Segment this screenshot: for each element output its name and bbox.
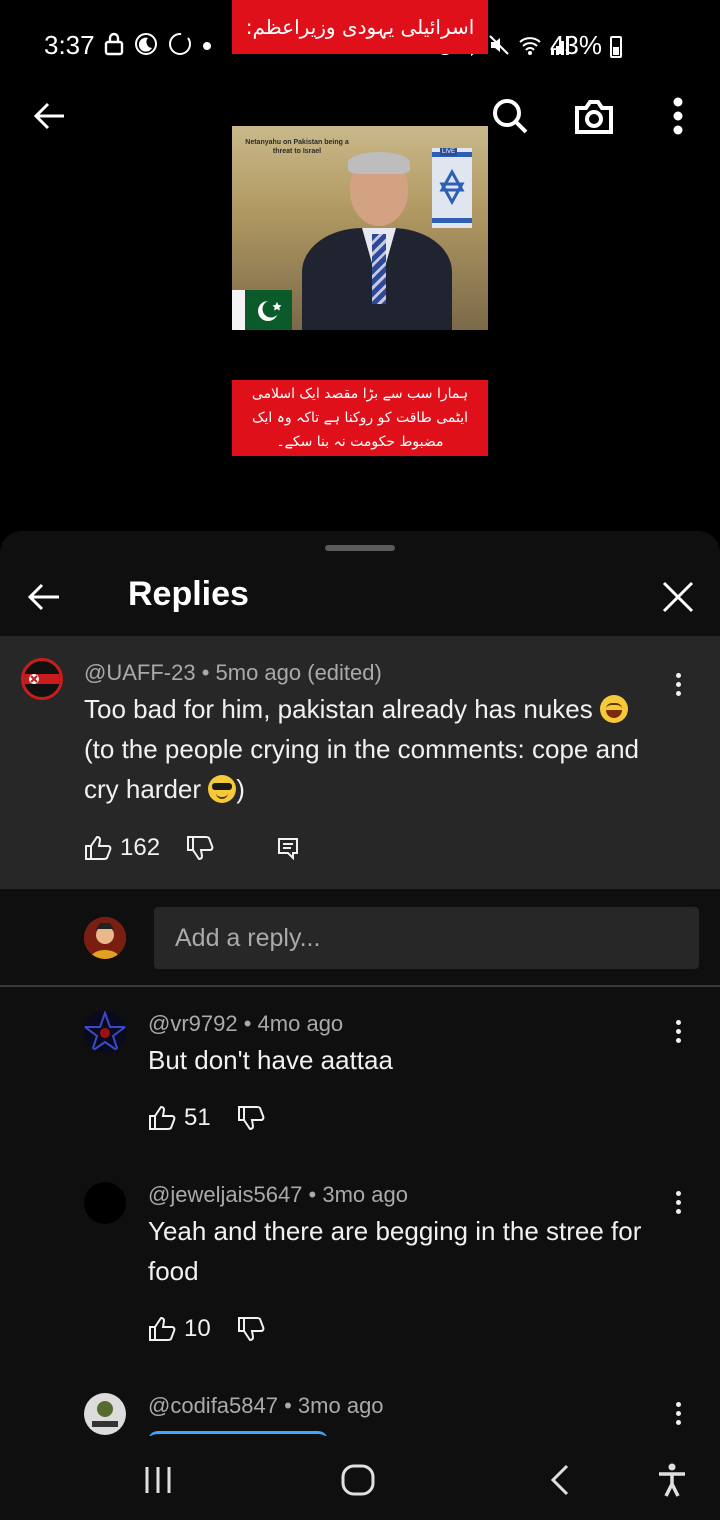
comment-time: 3mo ago (322, 1182, 408, 1207)
reply-input[interactable] (154, 907, 699, 969)
sunglasses-emoji-icon (208, 775, 237, 803)
reply-item: @codifa5847 • 3mo ago (0, 1373, 720, 1440)
urdu-caption-line: ہمارا سب سے بڑا مقصد ایک اسلامی (251, 386, 469, 402)
close-icon (662, 581, 694, 613)
video-urdu-caption: ہمارا سب سے بڑا مقصد ایک اسلامی ایٹمی طا… (232, 380, 488, 456)
system-back-button[interactable] (536, 1456, 584, 1504)
battery-percent: 43% (549, 30, 602, 60)
close-button[interactable] (654, 573, 702, 621)
comment-time: 3mo ago (297, 1393, 384, 1418)
comment-meta: @UAFF-23 • 5mo ago (edited) (84, 660, 382, 685)
comment-author[interactable]: @codifa5847 (148, 1393, 278, 1418)
replies-back-button[interactable] (20, 573, 68, 621)
comment-menu-button[interactable] (666, 1011, 690, 1051)
more-vertical-icon (673, 97, 683, 135)
replies-header: Replies (0, 561, 720, 635)
wifi-icon (519, 37, 541, 55)
replies-panel: Replies @UAFF-23 • 5mo ago (edited) Too … (0, 531, 720, 1440)
comment-author[interactable]: @UAFF-23 (84, 660, 196, 685)
urdu-caption-line: مضبوط حکومت نہ بنا سکے۔ (276, 434, 444, 450)
reply-item: @vr9792 • 4mo ago But don't have aattaa … (0, 991, 720, 1161)
comment-text-line: (to the people crying in the comments: c… (84, 734, 639, 764)
video-top-banner: اسرائیلی یہودی وزیراعظم: (232, 0, 488, 54)
like-icon[interactable] (84, 835, 112, 861)
sync-icon (169, 33, 191, 55)
comment-actions: 10 (148, 1315, 265, 1343)
avatar[interactable] (84, 1011, 126, 1053)
like-count: 10 (184, 1315, 211, 1342)
comment-actions: 51 (148, 1104, 265, 1132)
user-avatar[interactable] (84, 917, 126, 959)
comment-menu-button[interactable] (666, 1393, 690, 1433)
comment-meta: @codifa5847 • 3mo ago (148, 1393, 384, 1418)
home-button[interactable] (334, 1456, 382, 1504)
drag-handle[interactable] (325, 545, 395, 551)
mute-icon (489, 35, 509, 55)
video-thumbnail[interactable]: Netanyahu on Pakistan being a threat to … (232, 126, 488, 330)
status-icons-left (104, 32, 212, 56)
dislike-icon[interactable] (237, 1316, 265, 1342)
home-icon (341, 1464, 375, 1496)
camera-icon (575, 100, 613, 134)
comment-text-line: ) (236, 774, 245, 804)
recent-apps-button[interactable] (134, 1456, 182, 1504)
panel-title: Replies (128, 575, 249, 613)
recent-apps-icon (145, 1467, 171, 1493)
pakistan-flag (232, 290, 292, 330)
comment-text-line: cry harder (84, 774, 202, 804)
reply-input-row (0, 889, 720, 987)
speaker-figure (292, 146, 452, 330)
accessibility-button[interactable] (648, 1456, 696, 1504)
camera-button[interactable] (570, 92, 618, 140)
battery-icon (610, 36, 622, 58)
dot-icon (203, 42, 211, 50)
chevron-left-icon (550, 1464, 569, 1496)
arrow-left-icon (33, 102, 64, 130)
comment-time: 5mo ago (edited) (215, 660, 382, 685)
search-button[interactable] (486, 92, 534, 140)
comment-actions: 162 (84, 834, 300, 862)
comment-menu-button[interactable] (666, 1182, 690, 1222)
reply-icon[interactable] (276, 836, 300, 860)
system-nav-bar (0, 1436, 720, 1520)
comment-text-line: food (148, 1256, 199, 1286)
like-icon[interactable] (148, 1105, 176, 1131)
comment-text-line: Too bad for him, pakistan already has nu… (84, 694, 593, 724)
status-time: 3:37 (44, 30, 95, 60)
comment-meta: @jeweljais5647 • 3mo ago (148, 1182, 408, 1207)
dislike-icon[interactable] (237, 1105, 265, 1131)
more-options-button[interactable] (654, 92, 702, 140)
comment-author[interactable]: @vr9792 (148, 1011, 238, 1036)
parent-comment: @UAFF-23 • 5mo ago (edited) Too bad for … (0, 636, 720, 889)
comment-time: 4mo ago (257, 1011, 344, 1036)
avatar[interactable] (84, 1393, 126, 1435)
video-player[interactable]: Netanyahu on Pakistan being a threat to … (0, 90, 720, 530)
comment-meta: @vr9792 • 4mo ago (148, 1011, 344, 1036)
reply-item: @jeweljais5647 • 3mo ago Yeah and there … (0, 1162, 720, 1372)
comment-text: Yeah and there are begging in the stree … (148, 1211, 668, 1291)
comment-text-line: Yeah and there are begging in the stree … (148, 1216, 642, 1246)
avatar[interactable] (84, 1182, 126, 1224)
comment-text: But don't have aattaa (148, 1045, 393, 1075)
arrow-left-icon (27, 583, 59, 611)
like-count: 162 (120, 834, 161, 861)
moon-icon (135, 33, 157, 55)
comment-author[interactable]: @jeweljais5647 (148, 1182, 302, 1207)
back-button[interactable] (26, 92, 74, 140)
accessibility-icon (659, 1463, 685, 1497)
urdu-caption-line: ایٹمی طاقت کو روکنا ہے تاکہ وہ ایک (251, 410, 469, 426)
lock-icon (104, 32, 124, 56)
comment-text: Too bad for him, pakistan already has nu… (84, 689, 684, 809)
avatar[interactable] (21, 658, 63, 700)
laughing-emoji-icon (599, 695, 628, 723)
like-icon[interactable] (148, 1316, 176, 1342)
like-count: 51 (184, 1104, 211, 1131)
search-icon (493, 99, 528, 134)
dislike-icon[interactable] (186, 835, 214, 861)
